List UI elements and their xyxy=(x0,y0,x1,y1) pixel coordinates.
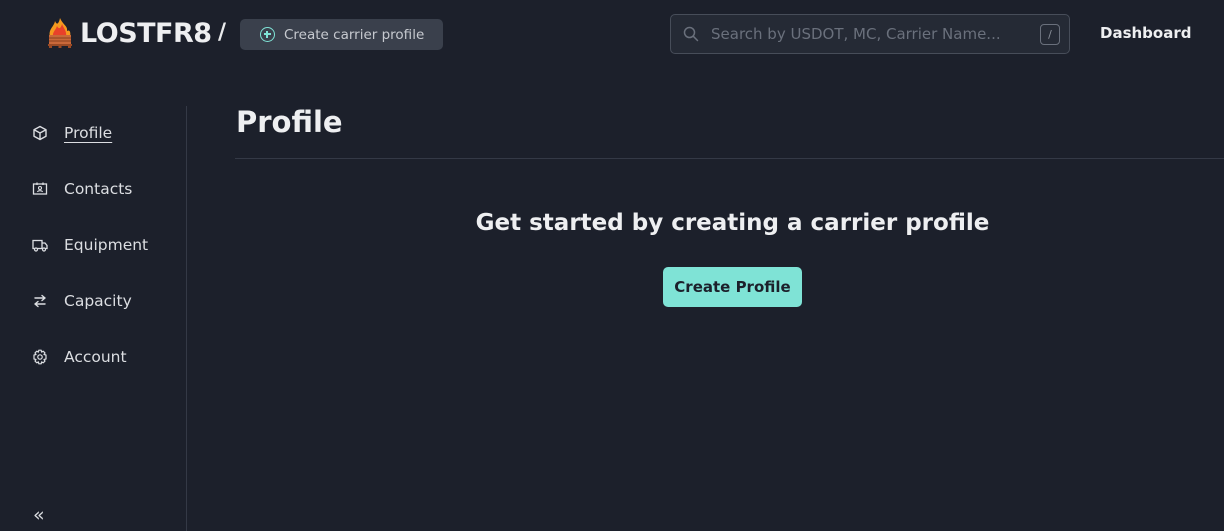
search-input[interactable] xyxy=(711,15,1031,53)
search-icon xyxy=(683,26,699,42)
breadcrumb-separator: / xyxy=(218,20,227,45)
create-carrier-profile-breadcrumb[interactable]: Create carrier profile xyxy=(240,19,443,50)
sidebar-item-contacts[interactable]: Contacts xyxy=(32,180,132,198)
search-bar[interactable]: / xyxy=(670,14,1070,54)
page-title: Profile xyxy=(236,105,343,139)
title-divider xyxy=(235,158,1224,159)
arrows-swap-icon xyxy=(34,294,46,308)
sidebar-item-label: Equipment xyxy=(64,236,149,254)
top-header: LOSTFR8 / Create carrier profile / Dashb… xyxy=(0,0,1224,68)
sidebar-item-label: Capacity xyxy=(64,292,132,310)
gear-icon xyxy=(33,349,47,365)
burning-pallet-logo-icon xyxy=(48,18,72,48)
plus-circle-icon xyxy=(260,27,275,42)
empty-state-title: Get started by creating a carrier profil… xyxy=(475,210,990,236)
cube-icon xyxy=(33,125,47,141)
contact-card-icon xyxy=(32,182,48,195)
create-profile-button[interactable]: Create Profile xyxy=(663,267,802,307)
sidebar-item-profile[interactable]: Profile xyxy=(32,124,112,142)
brand-logo[interactable]: LOSTFR8 xyxy=(46,17,212,49)
brand-name: LOSTFR8 xyxy=(80,17,212,49)
sidebar-item-capacity[interactable]: Capacity xyxy=(32,292,132,310)
breadcrumb-label: Create carrier profile xyxy=(284,26,425,43)
sidebar-item-account[interactable]: Account xyxy=(32,348,127,366)
keyboard-shortcut-hint: / xyxy=(1040,24,1060,45)
sidebar-item-label: Account xyxy=(64,348,127,366)
sidebar-item-equipment[interactable]: Equipment xyxy=(32,236,148,254)
collapse-sidebar-icon[interactable]: « xyxy=(33,506,45,525)
sidebar: Profile Contacts Equipment Capacity Acco… xyxy=(0,106,187,531)
sidebar-item-label: Profile xyxy=(64,124,113,142)
dashboard-link[interactable]: Dashboard xyxy=(1100,24,1191,42)
sidebar-item-label: Contacts xyxy=(64,180,133,198)
truck-icon xyxy=(32,239,48,252)
